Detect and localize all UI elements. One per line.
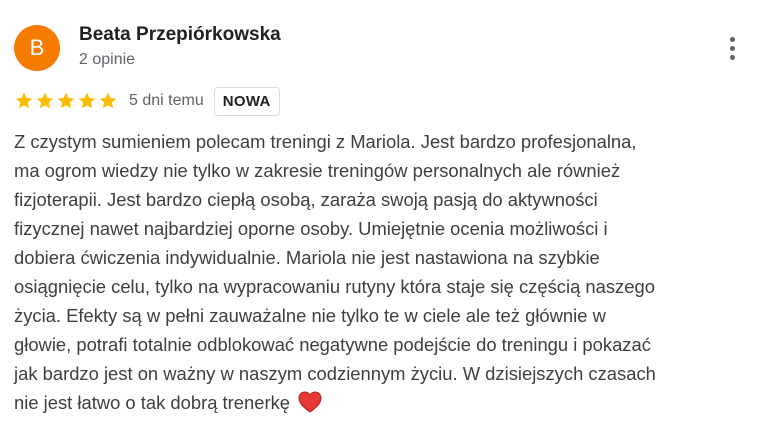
review-text-line: jak bardzo jest on ważny w naszym codzie…	[14, 363, 656, 384]
review-text-line: nie jest łatwo o tak dobrą trenerkę	[14, 388, 754, 421]
review-text-line: ma ogrom wiedzy nie tylko w zakresie tre…	[14, 160, 621, 181]
more-options-dot	[729, 36, 735, 42]
review-date: 5 dni temu	[129, 92, 204, 109]
more-options-icon[interactable]	[717, 30, 747, 66]
star-icon	[77, 91, 97, 111]
avatar[interactable]: B	[14, 25, 60, 71]
star-rating	[14, 91, 118, 111]
review-text-line: dobiera ćwiczenia indywidualnie. Mariola…	[14, 247, 600, 268]
review-text-line: Z czystym sumieniem polecam treningi z M…	[14, 131, 637, 152]
star-icon	[14, 91, 34, 111]
author-review-count[interactable]: 2 opinie	[79, 51, 135, 69]
new-badge: NOWA	[213, 86, 280, 116]
review-text-line: fizjoterapii. Jest bardzo ciepłą osobą, …	[14, 189, 598, 210]
star-icon	[98, 91, 118, 111]
heart-icon	[298, 391, 322, 421]
review-card: B Beata Przepiórkowska 2 opinie 5 dni te…	[0, 0, 758, 441]
review-text-line: fizycznej nawet najbardziej oporne osoby…	[14, 218, 608, 239]
star-icon	[35, 91, 55, 111]
review-text-line: życia. Efekty są w pełni zauważalne nie …	[14, 305, 606, 326]
author-name[interactable]: Beata Przepiórkowska	[79, 24, 281, 46]
rating-row: 5 dni temu NOWA	[14, 86, 280, 116]
review-text-line: głowie, potrafi totalnie odblokować nega…	[14, 334, 651, 355]
review-text: Z czystym sumieniem polecam treningi z M…	[14, 127, 754, 421]
more-options-dot	[729, 45, 735, 51]
review-text-line: osiągnięcie celu, tylko na wypracowaniu …	[14, 276, 655, 297]
star-icon	[56, 91, 76, 111]
more-options-dot	[729, 54, 735, 60]
